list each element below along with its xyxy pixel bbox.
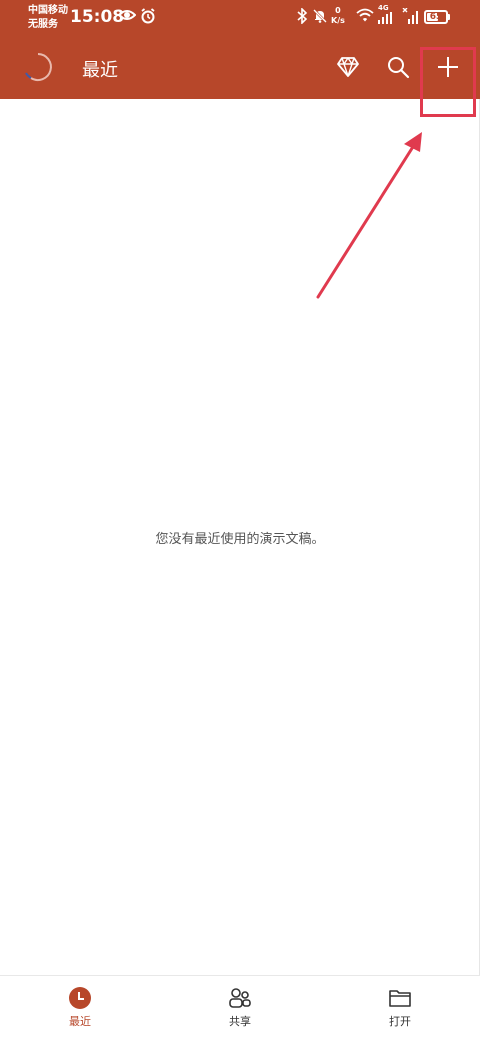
alarm-icon xyxy=(140,8,156,24)
clock-icon xyxy=(68,986,92,1010)
search-button[interactable] xyxy=(381,50,415,84)
app-bar: 最近 xyxy=(0,36,480,99)
account-loading-spinner[interactable] xyxy=(22,51,54,83)
carrier-status: 无服务 xyxy=(28,19,58,30)
diamond-icon xyxy=(337,57,359,77)
nav-shared[interactable]: 共享 xyxy=(160,976,320,1040)
battery-indicator: 65 xyxy=(424,10,448,24)
network-speed-unit: K/s xyxy=(331,16,345,25)
battery-nub xyxy=(448,14,450,20)
people-icon xyxy=(228,986,252,1010)
page-title: 最近 xyxy=(82,60,118,81)
nav-open[interactable]: 打开 xyxy=(320,976,480,1040)
status-bar: 中国移动 无服务 15:08 0 K/s 4G 65 xyxy=(0,0,480,36)
carrier-info: 中国移动 无服务 xyxy=(28,4,68,32)
nav-open-label: 打开 xyxy=(389,1015,411,1028)
header: 中国移动 无服务 15:08 0 K/s 4G 65 最近 xyxy=(0,0,480,99)
nav-recent[interactable]: 最近 xyxy=(0,976,160,1040)
carrier-name: 中国移动 xyxy=(28,5,68,16)
nav-shared-label: 共享 xyxy=(229,1015,251,1028)
network-speed-value: 0 xyxy=(335,6,341,15)
search-icon xyxy=(388,57,410,79)
mute-bell-icon xyxy=(312,8,328,24)
annotation-arrow xyxy=(316,132,422,299)
no-signal-icon xyxy=(402,8,418,24)
signal-icon xyxy=(378,12,392,24)
network-speed: 0 K/s xyxy=(331,6,345,26)
battery-level-text: 65 xyxy=(429,12,443,22)
wifi-icon xyxy=(356,8,374,22)
empty-state-message: 您没有最近使用的演示文稿。 xyxy=(155,532,325,547)
bottom-navigation: 最近 共享 打开 xyxy=(0,975,480,1040)
app-screen: 中国移动 无服务 15:08 0 K/s 4G 65 最近 您没有最近使用的演示… xyxy=(0,0,480,1040)
nav-recent-label: 最近 xyxy=(69,1015,91,1028)
bluetooth-icon xyxy=(296,8,308,24)
eye-icon xyxy=(118,8,136,22)
clock-time: 15:08 xyxy=(70,7,125,27)
network-type-label: 4G xyxy=(378,4,389,12)
premium-button[interactable] xyxy=(331,50,365,84)
annotation-highlight-box xyxy=(420,47,476,117)
folder-icon xyxy=(388,986,412,1010)
